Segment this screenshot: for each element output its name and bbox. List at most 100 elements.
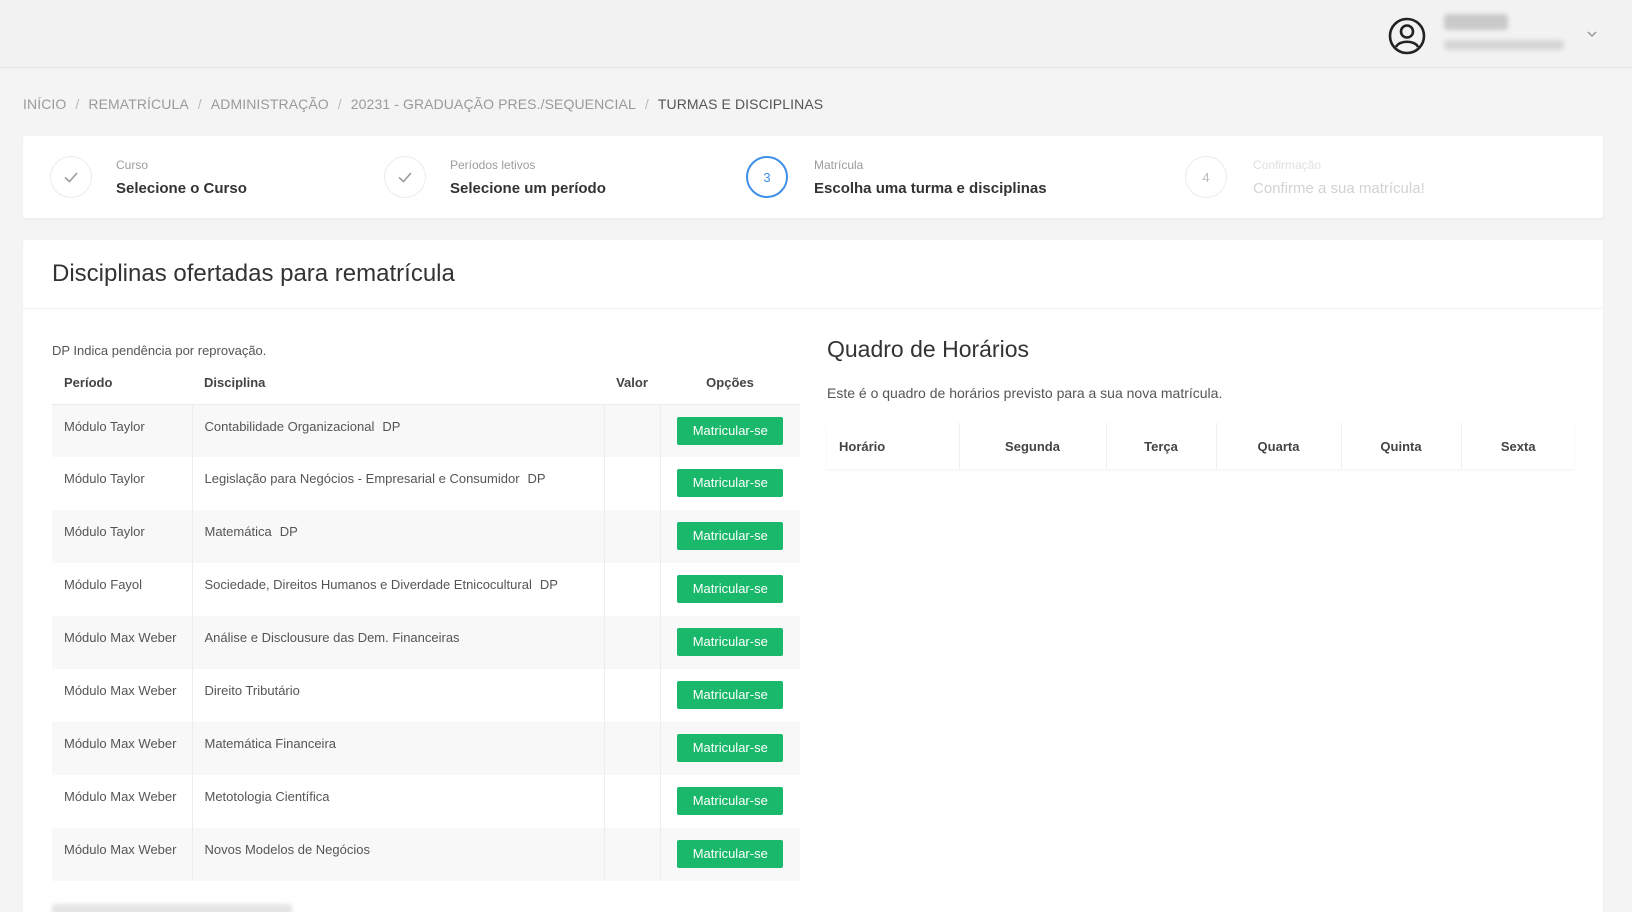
cell-periodo: Módulo Max Weber [52,669,193,722]
cell-disciplina: Metotologia Científica [192,775,605,828]
cell-periodo: Módulo Max Weber [52,828,193,881]
breadcrumb-item-administracao[interactable]: ADMINISTRAÇÃO [211,96,329,112]
cell-valor [604,404,661,457]
enroll-button[interactable]: Matricular-se [677,416,784,445]
schedule-table: Horário Segunda Terça Quarta Quinta Sext… [827,423,1575,469]
schedule-header-row: Horário Segunda Terça Quarta Quinta Sext… [827,423,1575,469]
cell-periodo: Módulo Max Weber [52,616,193,669]
discipline-name: Matemática Financeira [204,736,337,751]
discipline-name: Sociedade, Direitos Humanos e Diverdade … [204,577,532,592]
step-label-small: Períodos letivos [450,158,536,172]
table-row: Módulo Max Weber Análise e Disclousure d… [52,616,800,669]
step-label: Confirme a sua matrícula! [1253,180,1425,197]
cell-valor [604,510,661,563]
footnote-blurred [52,904,292,912]
cell-opcoes: Matricular-se [660,722,800,775]
cell-opcoes: Matricular-se [660,669,800,722]
table-row: Módulo Max Weber Matemática Financeira M… [52,722,800,775]
col-header-segunda: Segunda [959,423,1107,469]
cell-valor [604,563,661,616]
cell-opcoes: Matricular-se [660,510,800,563]
step-label: Selecione o Curso [116,180,247,197]
dp-legend-note: DP Indica pendência por reprovação. [52,343,267,358]
cell-disciplina: Matemática DP [192,510,605,563]
cell-periodo: Módulo Fayol [52,563,193,616]
discipline-name: Matemática [204,524,272,539]
enroll-button[interactable]: Matricular-se [677,575,784,603]
cell-disciplina: Contabilidade Organizacional DP [192,404,605,457]
cell-opcoes: Matricular-se [660,775,800,828]
cell-valor [604,828,661,881]
step-label-small: Confirmação [1253,158,1322,172]
breadcrumb-item-inicio[interactable]: INÍCIO [23,96,66,112]
col-header-opcoes: Opções [660,362,800,405]
breadcrumb-item-rematricula[interactable]: REMATRÍCULA [88,96,188,112]
cell-disciplina: Matemática Financeira [192,722,605,775]
cell-periodo: Módulo Taylor [52,510,193,563]
dp-badge: DP [382,418,401,434]
table-row: Módulo Taylor Matemática DP Matricular-se [52,510,800,563]
disciplines-table: Período Disciplina Valor Opções Módulo T… [52,362,800,881]
discipline-name: Contabilidade Organizacional [204,418,375,434]
breadcrumb-item-current: TURMAS E DISCIPLINAS [657,96,824,112]
user-subtitle-blurred [1444,40,1564,50]
col-header-valor: Valor [604,362,660,405]
cell-disciplina: Sociedade, Direitos Humanos e Diverdade … [192,563,605,616]
chevron-down-icon[interactable] [1584,26,1600,42]
cell-opcoes: Matricular-se [660,563,800,616]
enrollment-stepper: Curso Selecione o Curso Períodos letivos… [23,136,1603,218]
col-header-sexta: Sexta [1461,423,1575,469]
discipline-name: Metotologia Científica [204,789,330,804]
breadcrumb-separator: / [197,96,202,112]
discipline-name: Direito Tributário [204,683,300,698]
step-number-badge: 3 [746,156,788,198]
enroll-button[interactable]: Matricular-se [677,681,784,709]
enroll-button[interactable]: Matricular-se [677,787,784,815]
divider [23,308,1603,309]
cell-valor [604,669,661,722]
col-header-periodo: Período [52,362,192,405]
table-row: Módulo Max Weber Metotologia Científica … [52,775,800,828]
cell-opcoes: Matricular-se [660,828,800,881]
col-header-quinta: Quinta [1341,423,1462,469]
breadcrumb-separator: / [75,96,80,112]
discipline-name: Análise e Disclousure das Dem. Financeir… [204,630,460,645]
discipline-name: Legislação para Negócios - Empresarial e… [204,471,520,486]
step-label: Selecione um período [450,180,606,197]
user-circle-icon[interactable] [1387,16,1427,56]
table-row: Módulo Taylor Contabilidade Organizacion… [52,404,800,457]
check-icon [384,156,426,198]
col-header-disciplina: Disciplina [192,362,604,405]
breadcrumb-separator: / [644,96,649,112]
breadcrumb-item-periodo[interactable]: 20231 - GRADUAÇÃO PRES./SEQUENCIAL [351,96,636,112]
step-label: Escolha uma turma e disciplinas [814,180,1047,197]
step-label-small: Curso [116,158,149,172]
enroll-button[interactable]: Matricular-se [677,840,784,868]
cell-periodo: Módulo Taylor [52,457,193,510]
check-icon [50,156,92,198]
cell-valor [604,457,661,510]
enroll-button[interactable]: Matricular-se [677,522,784,550]
table-row: Módulo Max Weber Novos Modelos de Negóci… [52,828,800,881]
cell-periodo: Módulo Max Weber [52,775,193,828]
col-header-terca: Terça [1106,423,1217,469]
cell-opcoes: Matricular-se [660,616,800,669]
table-row: Módulo Max Weber Direito Tributário Matr… [52,669,800,722]
dp-badge: DP [279,524,298,539]
breadcrumb-separator: / [337,96,342,112]
user-name-blurred[interactable] [1444,14,1508,30]
cell-opcoes: Matricular-se [660,404,800,457]
breadcrumb: INÍCIO / REMATRÍCULA / ADMINISTRAÇÃO / 20231 -… [23,96,823,112]
cell-periodo: Módulo Taylor [52,404,193,457]
cell-disciplina: Legislação para Negócios - Empresarial e… [192,457,605,510]
table-row: Módulo Fayol Sociedade, Direitos Humanos… [52,563,800,616]
col-header-quarta: Quarta [1216,423,1342,469]
discipline-name: Novos Modelos de Negócios [204,842,370,857]
cell-disciplina: Direito Tributário [192,669,605,722]
disciplines-card: Disciplinas ofertadas para rematrícula D… [23,240,1603,912]
step-label-small: Matrícula [814,158,864,172]
page-title: Disciplinas ofertadas para rematrícula [52,260,455,287]
enroll-button[interactable]: Matricular-se [677,469,784,497]
enroll-button[interactable]: Matricular-se [677,628,784,656]
enroll-button[interactable]: Matricular-se [677,734,784,762]
